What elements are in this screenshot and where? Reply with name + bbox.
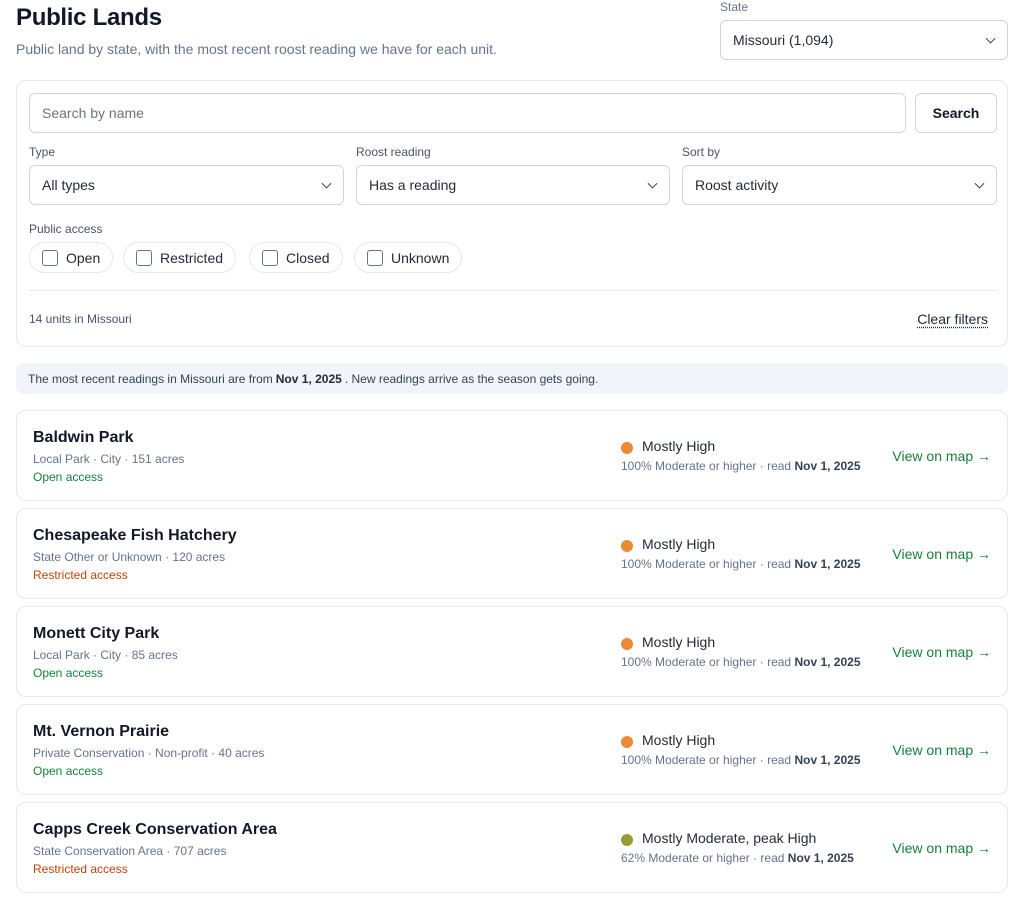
unit-card: Baldwin Park Local Park · City · 151 acr…	[16, 410, 1008, 501]
reading-detail-text: 100% Moderate or higher · read	[621, 655, 792, 669]
view-on-map-link[interactable]: View on map →	[892, 546, 991, 562]
roost-reading-label: Roost reading	[356, 145, 431, 159]
reading-label: Mostly Moderate, peak High	[642, 830, 817, 846]
unit-access: Open access	[33, 764, 104, 778]
chevron-down-icon	[974, 178, 985, 189]
unit-meta: Local Park · City · 151 acres	[33, 452, 185, 466]
page-title: Public Lands	[16, 4, 162, 31]
access-chip-label: Closed	[286, 249, 330, 266]
chevron-down-icon	[321, 178, 332, 189]
reading-detail: 100% Moderate or higher · read Nov 1, 20…	[621, 459, 861, 473]
reading-label: Mostly High	[642, 536, 716, 552]
reading-detail-text: 62% Moderate or higher · read	[621, 851, 785, 865]
access-chip-unknown[interactable]: Unknown	[354, 242, 463, 273]
reading-detail: 100% Moderate or higher · read Nov 1, 20…	[621, 557, 861, 571]
view-on-map-link[interactable]: View on map →	[892, 644, 991, 660]
reading-date: Nov 1, 2025	[794, 655, 861, 669]
access-chip-label: Open	[66, 249, 101, 266]
unit-name: Chesapeake Fish Hatchery	[33, 527, 237, 544]
unit-access: Open access	[33, 666, 104, 680]
reading-dot-icon	[621, 540, 633, 552]
reading-detail-text: 100% Moderate or higher · read	[621, 753, 792, 767]
reading-detail-text: 100% Moderate or higher · read	[621, 459, 792, 473]
reading-detail-text: 100% Moderate or higher · read	[621, 557, 792, 571]
state-select-value: Missouri (1,094)	[733, 32, 834, 48]
reading-date: Nov 1, 2025	[794, 459, 861, 473]
unit-meta: State Conservation Area · 707 acres	[33, 844, 227, 858]
unit-name: Mt. Vernon Prairie	[33, 723, 170, 740]
reading-date: Nov 1, 2025	[794, 557, 861, 571]
chevron-down-icon	[647, 178, 658, 189]
unit-meta: State Other or Unknown · 120 acres	[33, 550, 226, 564]
notice-suffix: . New readings arrive as the season gets…	[344, 371, 599, 386]
reading-dot-icon	[621, 736, 633, 748]
access-chip-restricted[interactable]: Restricted	[123, 242, 237, 273]
public-access-label: Public access	[29, 222, 103, 236]
notice-date: Nov 1, 2025	[275, 371, 342, 386]
sort-by-select[interactable]: Roost activity	[682, 165, 997, 205]
reading-dot-icon	[621, 834, 633, 846]
unit-access: Open access	[33, 470, 104, 484]
access-chip-label: Unknown	[391, 249, 450, 266]
unit-name: Baldwin Park	[33, 429, 134, 446]
sort-by-label: Sort by	[682, 145, 721, 159]
checkbox[interactable]	[42, 249, 58, 266]
readings-notice: The most recent readings in Missouri are…	[16, 363, 1008, 394]
reading-detail: 62% Moderate or higher · read Nov 1, 202…	[621, 851, 854, 865]
access-chip-label: Restricted	[160, 249, 224, 266]
filter-panel: Search Type All types Roost reading Has …	[16, 80, 1008, 347]
roost-reading-select-value: Has a reading	[369, 177, 457, 193]
search-input[interactable]	[29, 93, 906, 133]
unit-card: Chesapeake Fish Hatchery State Other or …	[16, 508, 1008, 599]
search-button[interactable]: Search	[915, 93, 997, 133]
type-select-value: All types	[42, 177, 95, 193]
state-label: State	[720, 0, 749, 14]
unit-access: Restricted access	[33, 862, 128, 876]
unit-card: Capps Creek Conservation Area State Cons…	[16, 802, 1008, 893]
notice-prefix: The most recent readings in Missouri are…	[28, 371, 273, 386]
clear-filters-link[interactable]: Clear filters	[917, 311, 988, 327]
state-select[interactable]: Missouri (1,094)	[720, 20, 1008, 60]
reading-dot-icon	[621, 442, 633, 454]
access-chip-open[interactable]: Open	[29, 242, 114, 273]
unit-meta: Local Park · City · 85 acres	[33, 648, 178, 662]
checkbox[interactable]	[262, 249, 278, 266]
view-on-map-link[interactable]: View on map →	[892, 840, 991, 856]
reading-detail: 100% Moderate or higher · read Nov 1, 20…	[621, 753, 861, 767]
unit-name: Monett City Park	[33, 625, 160, 642]
unit-card: Mt. Vernon Prairie Private Conservation …	[16, 704, 1008, 795]
results-count: 14 units in Missouri	[29, 312, 132, 326]
unit-name: Capps Creek Conservation Area	[33, 821, 277, 838]
view-on-map-link[interactable]: View on map →	[892, 448, 991, 464]
checkbox[interactable]	[367, 249, 383, 266]
unit-meta: Private Conservation · Non-profit · 40 a…	[33, 746, 265, 760]
reading-label: Mostly High	[642, 438, 716, 454]
chevron-down-icon	[985, 33, 996, 44]
checkbox[interactable]	[136, 249, 152, 266]
reading-date: Nov 1, 2025	[794, 753, 861, 767]
divider	[29, 290, 997, 291]
page-subtitle: Public land by state, with the most rece…	[16, 41, 497, 57]
reading-date: Nov 1, 2025	[787, 851, 854, 865]
reading-detail: 100% Moderate or higher · read Nov 1, 20…	[621, 655, 861, 669]
access-chip-closed[interactable]: Closed	[249, 242, 343, 273]
type-label: Type	[29, 145, 56, 159]
unit-access: Restricted access	[33, 568, 128, 582]
reading-label: Mostly High	[642, 732, 716, 748]
reading-dot-icon	[621, 638, 633, 650]
sort-by-select-value: Roost activity	[695, 177, 779, 193]
reading-label: Mostly High	[642, 634, 716, 650]
roost-reading-select[interactable]: Has a reading	[356, 165, 670, 205]
type-select[interactable]: All types	[29, 165, 344, 205]
view-on-map-link[interactable]: View on map →	[892, 742, 991, 758]
unit-card: Monett City Park Local Park · City · 85 …	[16, 606, 1008, 697]
